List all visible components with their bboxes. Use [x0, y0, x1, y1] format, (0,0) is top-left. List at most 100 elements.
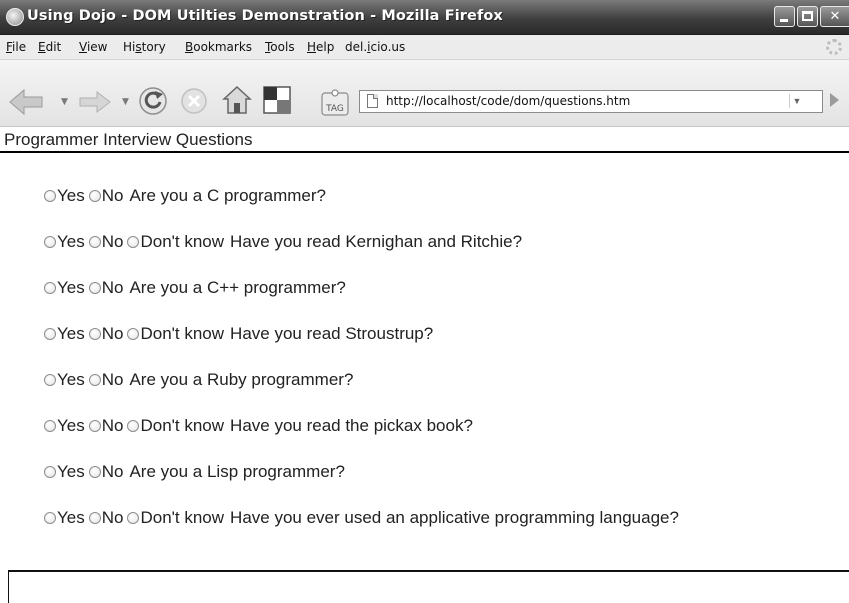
radio-button[interactable]: [88, 420, 101, 432]
back-icon[interactable]: [8, 88, 44, 116]
option-label: Yes: [57, 186, 85, 205]
window-title: Using Dojo - DOM Utilties Demonstration …: [27, 8, 503, 24]
menu-item-label: ools: [270, 40, 295, 54]
go-icon[interactable]: [830, 93, 839, 107]
answer-option[interactable]: No: [88, 462, 128, 482]
answer-option[interactable]: Yes: [44, 324, 89, 344]
reload-icon[interactable]: [138, 86, 168, 116]
answer-option[interactable]: Don't know: [127, 508, 228, 528]
answer-option[interactable]: Yes: [44, 186, 89, 206]
option-label: No: [101, 232, 124, 251]
option-label: Don't know: [140, 416, 225, 435]
menu-item-label: E: [38, 40, 46, 54]
radio-button[interactable]: [127, 328, 140, 340]
radio-button[interactable]: [44, 512, 56, 524]
answer-option[interactable]: No: [88, 324, 128, 344]
answer-option[interactable]: No: [88, 186, 128, 206]
maximize-icon: [802, 11, 813, 21]
radio-button[interactable]: [88, 190, 101, 202]
throbber-icon: [826, 39, 842, 55]
title-bar[interactable]: Using Dojo - DOM Utilties Demonstration …: [0, 0, 849, 35]
radio-button[interactable]: [127, 420, 140, 432]
checkerboard-icon[interactable]: [263, 86, 291, 114]
answer-option[interactable]: Yes: [44, 278, 89, 298]
minimize-button[interactable]: [774, 6, 795, 27]
answer-option[interactable]: No: [88, 508, 128, 528]
menu-item[interactable]: History: [123, 40, 166, 54]
radio-button[interactable]: [88, 236, 101, 248]
answer-option[interactable]: Yes: [44, 232, 89, 252]
answer-option[interactable]: Yes: [44, 462, 89, 482]
tag-icon[interactable]: TAG: [320, 87, 350, 117]
forward-icon[interactable]: [78, 90, 112, 114]
question-row: Yes No Don't know Have you read Stroustrup?: [44, 324, 433, 346]
answer-option[interactable]: Yes: [44, 416, 89, 436]
option-label: No: [101, 508, 124, 527]
page-icon: [367, 94, 378, 108]
answer-option[interactable]: Don't know: [127, 324, 228, 344]
radio-button[interactable]: [127, 512, 140, 524]
stop-icon[interactable]: [180, 87, 208, 115]
question-text: Have you ever used an applicative progra…: [230, 508, 679, 527]
radio-button[interactable]: [88, 282, 101, 294]
option-label: Yes: [57, 370, 85, 389]
close-button[interactable]: ✕: [820, 6, 849, 27]
menu-item[interactable]: View: [79, 40, 107, 54]
radio-button[interactable]: [88, 466, 101, 478]
menu-bar: File Edit View History Bookmarks Tools Help del…: [0, 35, 849, 60]
radio-button[interactable]: [44, 236, 56, 248]
question-text: Have you read Stroustrup?: [230, 324, 434, 343]
maximize-button[interactable]: [797, 6, 818, 27]
question-row: Yes No Are you a C programmer?: [44, 186, 326, 208]
radio-button[interactable]: [44, 328, 56, 340]
menu-item[interactable]: Tools: [265, 40, 295, 54]
radio-button[interactable]: [88, 374, 101, 386]
option-label: Don't know: [140, 508, 225, 527]
answer-option[interactable]: Yes: [44, 508, 89, 528]
radio-button[interactable]: [88, 328, 101, 340]
menu-item-label: H: [307, 40, 317, 54]
address-bar[interactable]: [359, 90, 823, 113]
option-label: No: [101, 370, 124, 389]
question-text: Are you a C++ programmer?: [129, 278, 346, 297]
answer-option[interactable]: Don't know: [127, 416, 228, 436]
radio-button[interactable]: [44, 190, 56, 202]
radio-button[interactable]: [88, 512, 101, 524]
menu-item-label: ile: [12, 40, 27, 54]
radio-button[interactable]: [44, 466, 56, 478]
question-row: Yes No Are you a Lisp programmer?: [44, 462, 345, 484]
divider: [0, 151, 849, 153]
answer-option[interactable]: Yes: [44, 370, 89, 390]
menu-item-label: dit: [45, 40, 62, 54]
option-label: No: [101, 462, 124, 481]
forward-history-icon[interactable]: ▼: [122, 97, 129, 107]
question-text: Are you a C programmer?: [129, 186, 326, 205]
menu-item-label: elp: [316, 40, 335, 54]
radio-button[interactable]: [44, 282, 56, 294]
menu-item-label: tory: [141, 40, 166, 54]
menu-item[interactable]: Edit: [38, 40, 61, 54]
url-input[interactable]: [386, 91, 786, 112]
back-history-icon[interactable]: ▼: [61, 97, 68, 107]
answer-option[interactable]: No: [88, 232, 128, 252]
answer-option[interactable]: Don't know: [127, 232, 228, 252]
radio-button[interactable]: [44, 374, 56, 386]
menu-item[interactable]: del.icio.us: [345, 40, 405, 54]
option-label: Yes: [57, 416, 85, 435]
url-history-dropdown[interactable]: ▼: [789, 94, 804, 108]
menu-item-label: del.: [345, 40, 368, 54]
menu-item[interactable]: Help: [307, 40, 334, 54]
firefox-icon: [6, 8, 24, 26]
answer-option[interactable]: No: [88, 278, 128, 298]
question-text: Have you read the pickax book?: [230, 416, 473, 435]
answer-option[interactable]: No: [88, 416, 128, 436]
menu-item-label: B: [185, 40, 194, 54]
home-icon[interactable]: [222, 85, 252, 115]
menu-item[interactable]: Bookmarks: [185, 40, 252, 54]
radio-button[interactable]: [44, 420, 56, 432]
minimize-icon: [780, 19, 788, 22]
divider: [8, 570, 849, 572]
menu-item[interactable]: File: [6, 40, 26, 54]
radio-button[interactable]: [127, 236, 140, 248]
answer-option[interactable]: No: [88, 370, 128, 390]
